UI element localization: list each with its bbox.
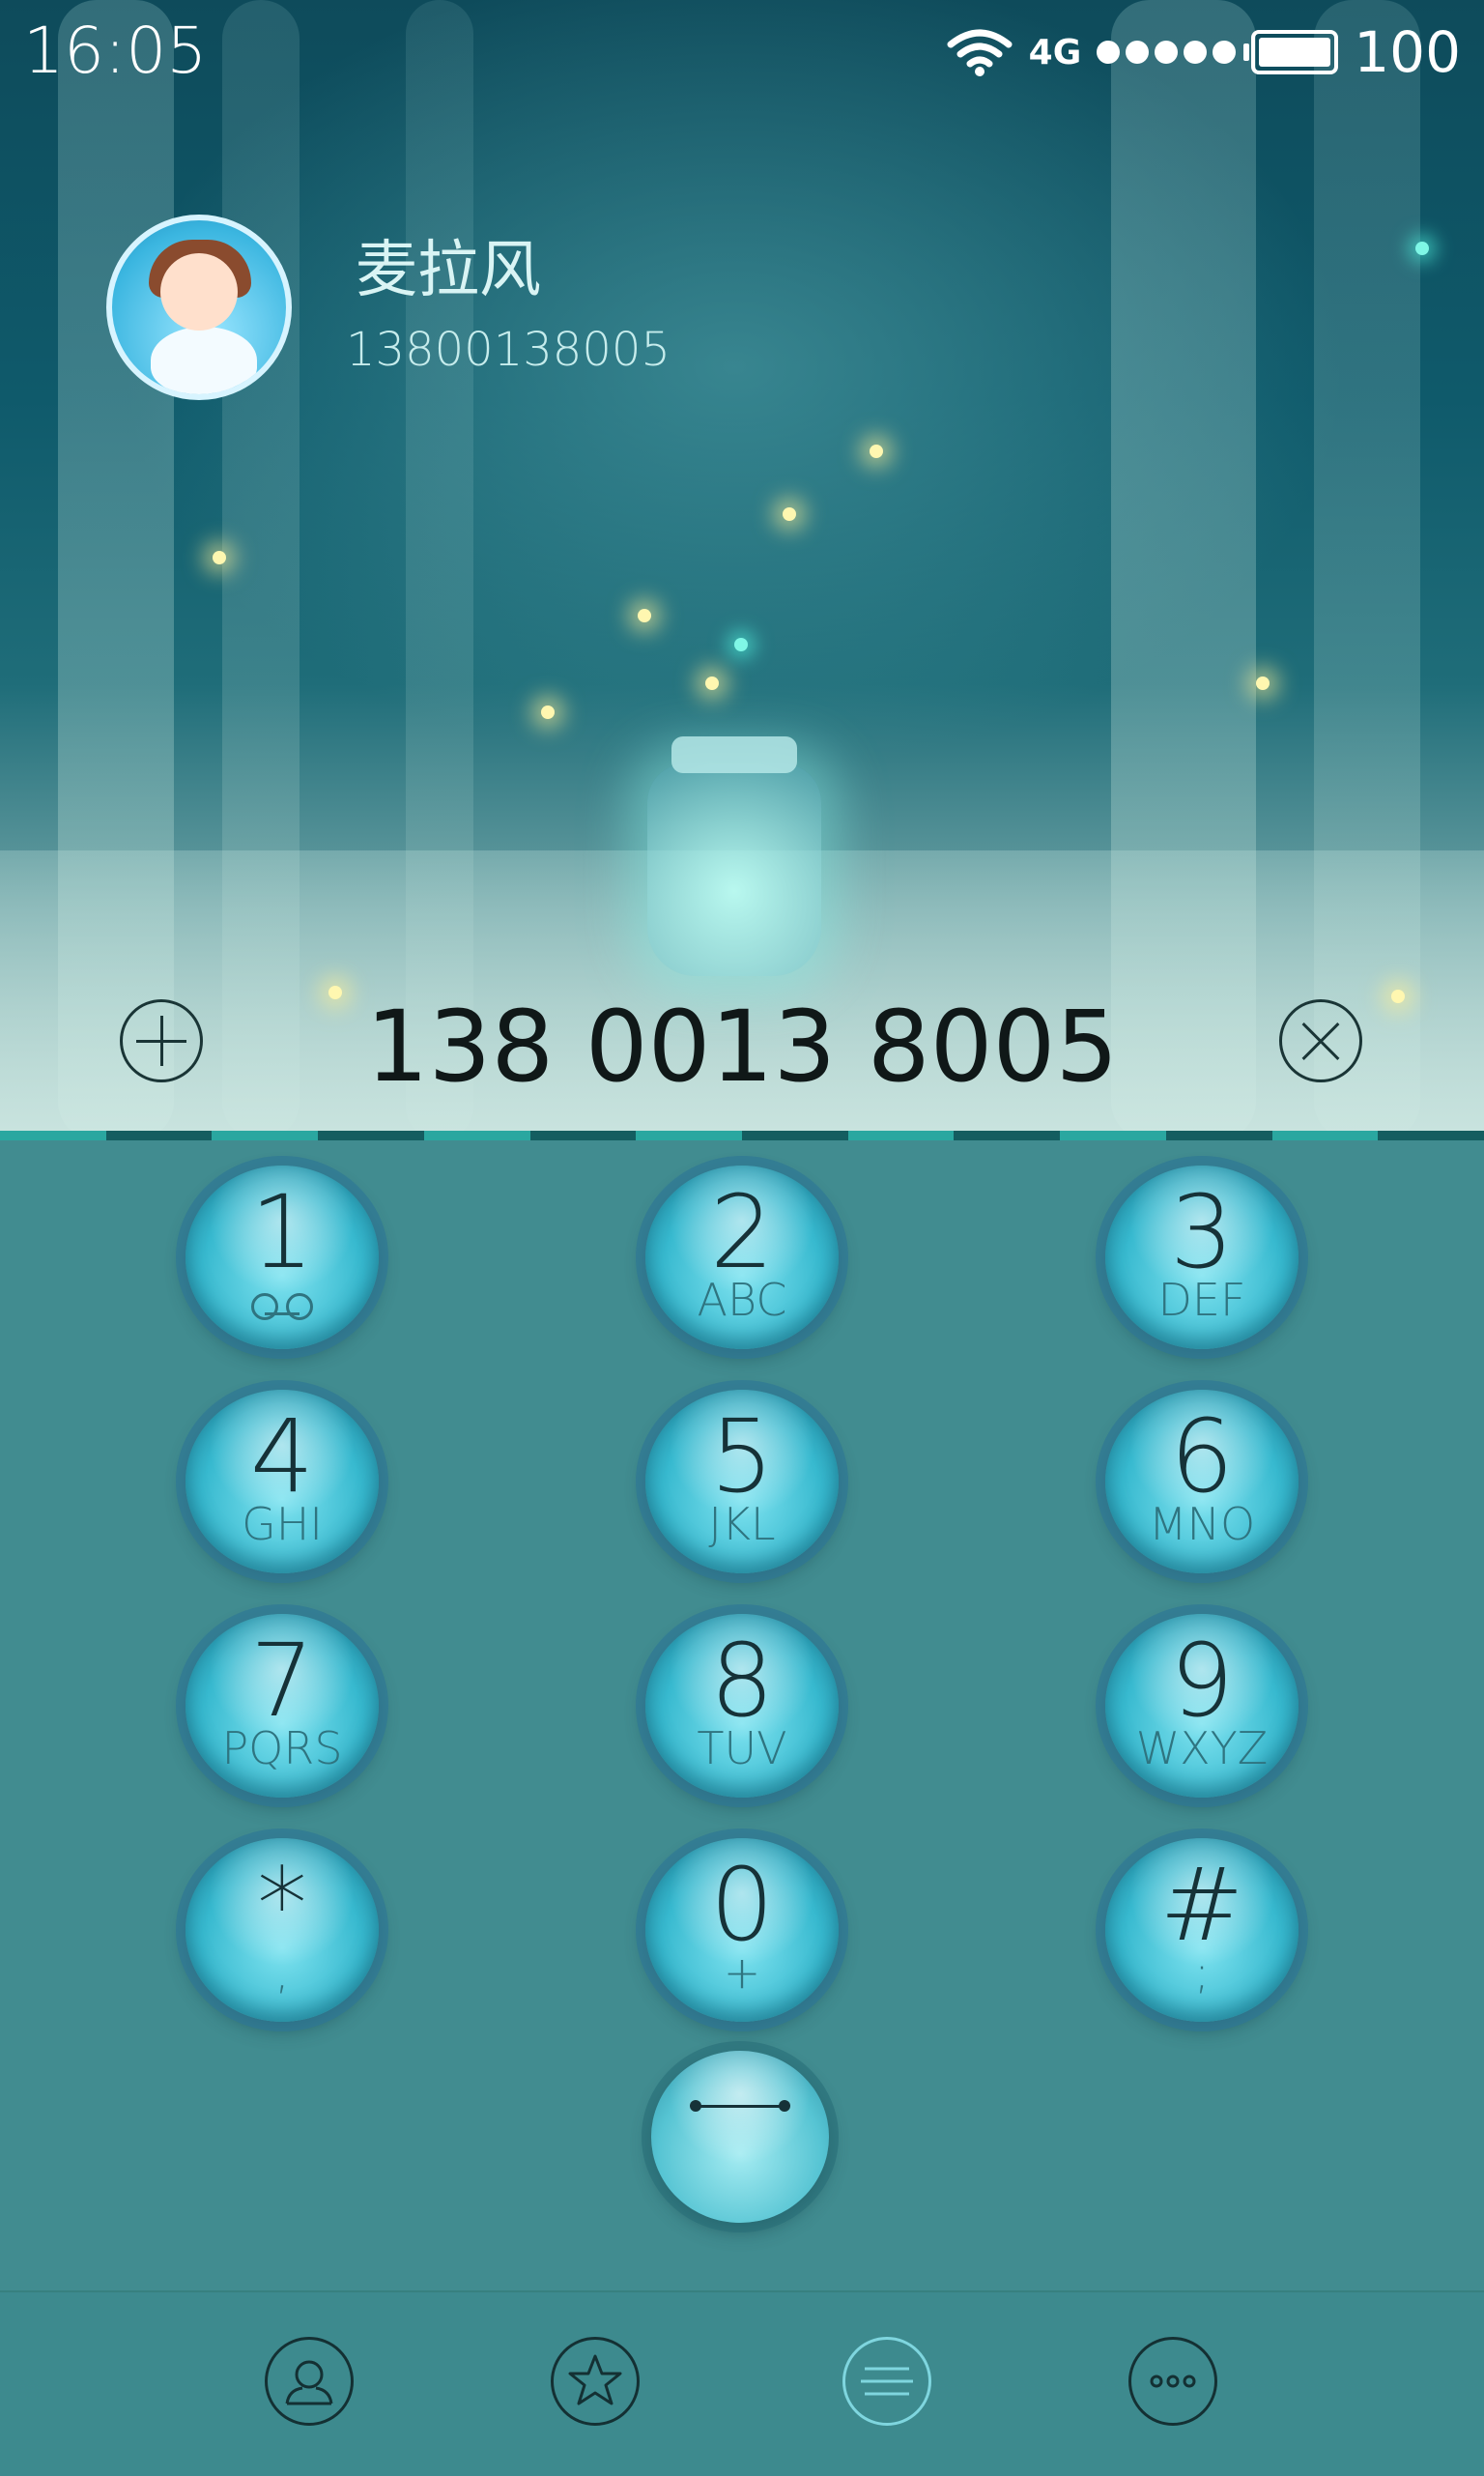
status-time: 16:05 [23,14,208,88]
key-letters: , [274,1946,290,1999]
key-3[interactable]: 3 DEF [1105,1166,1298,1349]
key-0[interactable]: 0 + [645,1838,839,2022]
status-bar: 16:05 4G 100 [0,0,1484,101]
network-type-label: 4G [1028,32,1082,72]
star-icon [568,2354,622,2405]
firefly [705,677,719,690]
key-hash[interactable]: # ; [1105,1838,1298,2022]
key-digit: * [257,1846,307,1964]
background-scene [0,0,1484,1140]
key-4[interactable]: 4 GHI [186,1390,379,1573]
firefly [734,638,748,651]
voicemail-icon-bar [265,1312,300,1315]
collapse-icon [690,2100,790,2112]
contact-name[interactable]: 麦拉风 [356,220,541,309]
tab-more[interactable] [1128,2337,1217,2426]
key-5[interactable]: 5 JKL [645,1390,839,1573]
key-letters: DEF [1157,1274,1246,1326]
key-8[interactable]: 8 TUV [645,1614,839,1798]
key-letters: WXYZ [1135,1722,1269,1774]
key-6[interactable]: 6 MNO [1105,1390,1298,1573]
firefly [783,507,796,521]
key-digit: 7 [249,1622,315,1740]
key-letters: MNO [1148,1498,1256,1550]
key-digit: 9 [1169,1622,1235,1740]
wifi-icon [946,27,1013,77]
key-digit: 8 [709,1622,775,1740]
key-digit: 1 [249,1173,315,1291]
key-star[interactable]: * , [186,1838,379,2022]
key-digit: # [1159,1846,1244,1964]
tab-contacts[interactable] [265,2337,354,2426]
firefly [870,445,883,458]
firefly [1415,242,1429,255]
key-1[interactable]: 1 [186,1166,379,1349]
tab-favorites[interactable] [551,2337,640,2426]
battery-level: 100 [1354,19,1461,85]
firefly [638,609,651,622]
firefly [213,551,226,564]
key-digit: 2 [709,1173,775,1291]
dialed-number-display: 138 0013 8005 [365,990,1119,1105]
key-digit: 4 [249,1397,315,1515]
contacts-icon [285,2360,333,2405]
divider [0,1131,1484,1140]
key-9[interactable]: 9 WXYZ [1105,1614,1298,1798]
more-dots-icon [1150,2375,1196,2388]
tab-dialer[interactable] [842,2337,931,2426]
status-indicators: 4G 100 [946,19,1461,85]
signal-strength-icon [1097,41,1237,64]
menu-lines-icon [861,2367,913,2396]
contact-avatar[interactable] [106,215,292,400]
key-letters: JKL [708,1498,776,1550]
key-letters: GHI [242,1498,323,1550]
clear-button[interactable] [1279,999,1362,1082]
key-digit: 0 [709,1846,775,1964]
firefly [1256,677,1270,690]
key-2[interactable]: 2 ABC [645,1166,839,1349]
key-digit: 6 [1169,1397,1235,1515]
key-7[interactable]: 7 PQRS [186,1614,379,1798]
key-letters: + [723,1946,761,1999]
battery-icon [1243,30,1339,74]
key-digit: 3 [1169,1173,1235,1291]
bottom-tab-bar [0,2290,1484,2476]
key-letters: ABC [697,1274,787,1326]
hide-keypad-button[interactable] [651,2051,829,2223]
firefly-jar [647,736,821,976]
key-letters: PQRS [221,1722,343,1774]
contact-number[interactable]: 13800138005 [346,323,671,377]
key-letters: ; [1194,1946,1210,1999]
key-digit: 5 [709,1397,775,1515]
key-letters: TUV [697,1722,787,1774]
firefly [541,705,555,719]
